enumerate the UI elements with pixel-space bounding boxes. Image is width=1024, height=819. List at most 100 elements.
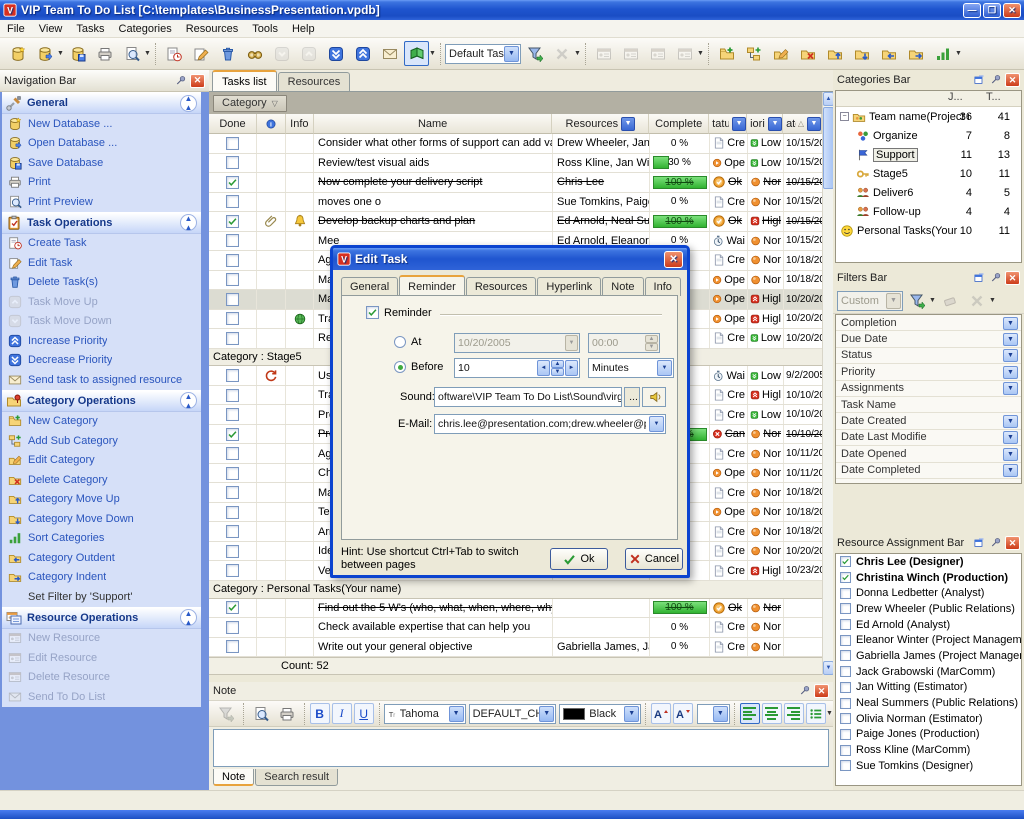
edit-task-button[interactable]	[188, 41, 213, 66]
pin-icon[interactable]	[988, 73, 1003, 87]
apply-filter-button[interactable]	[904, 288, 929, 313]
nav-item[interactable]: Set Filter by 'Support'	[2, 587, 201, 607]
table-row[interactable]: Check available expertise that can help …	[209, 618, 822, 638]
done-checkbox[interactable]	[226, 176, 239, 189]
before-value-spinner[interactable]: 10◄▲▼►	[454, 358, 580, 378]
charset-combo[interactable]: DEFAULT_CHAR▼	[469, 704, 557, 724]
nav-item[interactable]: Increase Priority	[2, 331, 201, 351]
nav-item[interactable]: Delete Resource	[2, 668, 201, 688]
dialog-tab-hyperlink[interactable]: Hyperlink	[537, 277, 601, 296]
done-checkbox[interactable]	[226, 467, 239, 480]
dialog-tab-info[interactable]: Info	[645, 277, 681, 296]
print-preview-button[interactable]	[119, 41, 144, 66]
resource-checkbox[interactable]	[840, 760, 851, 771]
nav-item[interactable]: Category Indent	[2, 568, 201, 588]
resource-checkbox[interactable]	[840, 666, 851, 677]
done-checkbox[interactable]	[226, 447, 239, 460]
filter-dropdown-icon[interactable]: ▼	[1003, 333, 1018, 346]
nav-item[interactable]: Send To Do List	[2, 687, 201, 707]
font-size-combo[interactable]: ▼	[697, 704, 730, 724]
dialog-tab-general[interactable]: General	[341, 277, 398, 296]
combo-dropdown-icon[interactable]: ▼	[504, 46, 519, 62]
filter-dropdown-icon[interactable]: ▼	[1003, 431, 1018, 444]
maximize-button[interactable]: ❐	[983, 3, 1001, 18]
float-icon[interactable]	[971, 536, 986, 550]
nav-group-header[interactable]: Category Operations▲▲	[2, 390, 201, 412]
table-row[interactable]: Write out your general objectiveGabriell…	[209, 638, 822, 658]
dialog-title-bar[interactable]: VEdit Task✕	[333, 248, 687, 270]
send-mail-button[interactable]	[377, 41, 402, 66]
minimize-button[interactable]: —	[963, 3, 981, 18]
open-database-button[interactable]	[32, 41, 57, 66]
done-checkbox[interactable]	[226, 293, 239, 306]
new-category-button[interactable]	[714, 41, 739, 66]
sound-play-button[interactable]	[642, 387, 666, 407]
task-move-up-button[interactable]	[296, 41, 321, 66]
filter-row-assignments[interactable]: Assignments▼	[836, 381, 1021, 397]
done-checkbox[interactable]	[226, 195, 239, 208]
category-move-down-button[interactable]	[849, 41, 874, 66]
apply-filter-button[interactable]	[522, 41, 547, 66]
filter-dropdown-icon[interactable]: ▼	[1003, 448, 1018, 461]
resource-checkbox[interactable]	[840, 682, 851, 693]
dialog-tab-resources[interactable]: Resources	[466, 277, 537, 296]
filter-chevron-icon[interactable]: ▼	[732, 117, 746, 131]
done-checkbox[interactable]	[226, 428, 239, 441]
nav-item[interactable]: Print Preview	[2, 192, 201, 212]
dropdown-arrow-icon[interactable]: ▼	[144, 50, 151, 57]
note-tab-note[interactable]: Note	[213, 769, 254, 786]
nav-item[interactable]: New Database ...	[2, 114, 201, 134]
menu-tools[interactable]: Tools	[245, 21, 285, 37]
at-time-spinner[interactable]: 00:00▲▼	[588, 333, 660, 353]
resource-checkbox[interactable]	[840, 713, 851, 724]
resource-checkbox[interactable]	[840, 635, 851, 646]
filter-dropdown-icon[interactable]: ▼	[1003, 317, 1018, 330]
dropdown-arrow-icon[interactable]: ▼	[955, 50, 962, 57]
category-indent-button[interactable]	[903, 41, 928, 66]
filter-row-priority[interactable]: Priority▼	[836, 364, 1021, 380]
bold-button[interactable]: B	[310, 703, 330, 724]
nav-group-header[interactable]: General▲▲	[2, 92, 201, 114]
column-header-done[interactable]: Done	[209, 114, 257, 134]
resource-item[interactable]: Olivia Norman (Estimator)	[836, 711, 1021, 727]
filter-preset-combo[interactable]: Custom▼	[837, 291, 903, 311]
done-checkbox[interactable]	[226, 525, 239, 538]
done-checkbox[interactable]	[226, 601, 239, 614]
erase-filter-button[interactable]	[937, 288, 962, 313]
filter-dropdown-icon[interactable]: ▼	[1003, 349, 1018, 362]
resource-item[interactable]: Gabriella James (Project Management)	[836, 648, 1021, 664]
done-checkbox[interactable]	[226, 640, 239, 653]
category-tree-item[interactable]: Deliver645	[836, 183, 1021, 202]
note-filter-button[interactable]	[214, 701, 238, 726]
cancel-button[interactable]: Cancel	[625, 548, 683, 570]
tab-tasks-list[interactable]: Tasks list	[212, 70, 277, 91]
increase-priority-button[interactable]	[350, 41, 375, 66]
table-scrollbar[interactable]: ▲▼	[822, 92, 833, 675]
category-tree-item[interactable]: Organize78	[836, 126, 1021, 145]
nav-item[interactable]: New Category	[2, 412, 201, 432]
resource-item[interactable]: Jan Witting (Estimator)	[836, 680, 1021, 696]
resource-checkbox[interactable]	[840, 619, 851, 630]
table-row[interactable]: Find out the 5 W's (who, what, when, whe…	[209, 599, 822, 619]
menu-file[interactable]: File	[0, 21, 32, 37]
at-radio[interactable]	[394, 336, 406, 348]
done-checkbox[interactable]	[226, 369, 239, 382]
filter-dropdown-icon[interactable]: ▼	[1003, 382, 1018, 395]
collapse-chevron-icon[interactable]: ▲▲	[180, 609, 197, 626]
float-icon[interactable]	[971, 73, 986, 87]
edit-resource-button[interactable]	[618, 41, 643, 66]
done-checkbox[interactable]	[226, 486, 239, 499]
resource-item[interactable]: Donna Ledbetter (Analyst)	[836, 585, 1021, 601]
done-checkbox[interactable]	[226, 564, 239, 577]
send-task-button[interactable]	[242, 41, 267, 66]
nav-item[interactable]: Create Task	[2, 234, 201, 254]
font-color-combo[interactable]: Black▼	[559, 704, 641, 724]
add-sub-category-button[interactable]	[741, 41, 766, 66]
category-move-up-button[interactable]	[822, 41, 847, 66]
filter-row-date-created[interactable]: Date Created▼	[836, 413, 1021, 429]
edit-category-button[interactable]	[768, 41, 793, 66]
dropdown-arrow-icon[interactable]: ▼	[429, 50, 436, 57]
close-panel-icon[interactable]: ✕	[814, 684, 829, 698]
nav-item[interactable]: Sort Categories	[2, 529, 201, 549]
filter-chevron-icon[interactable]: ▼	[768, 117, 782, 131]
